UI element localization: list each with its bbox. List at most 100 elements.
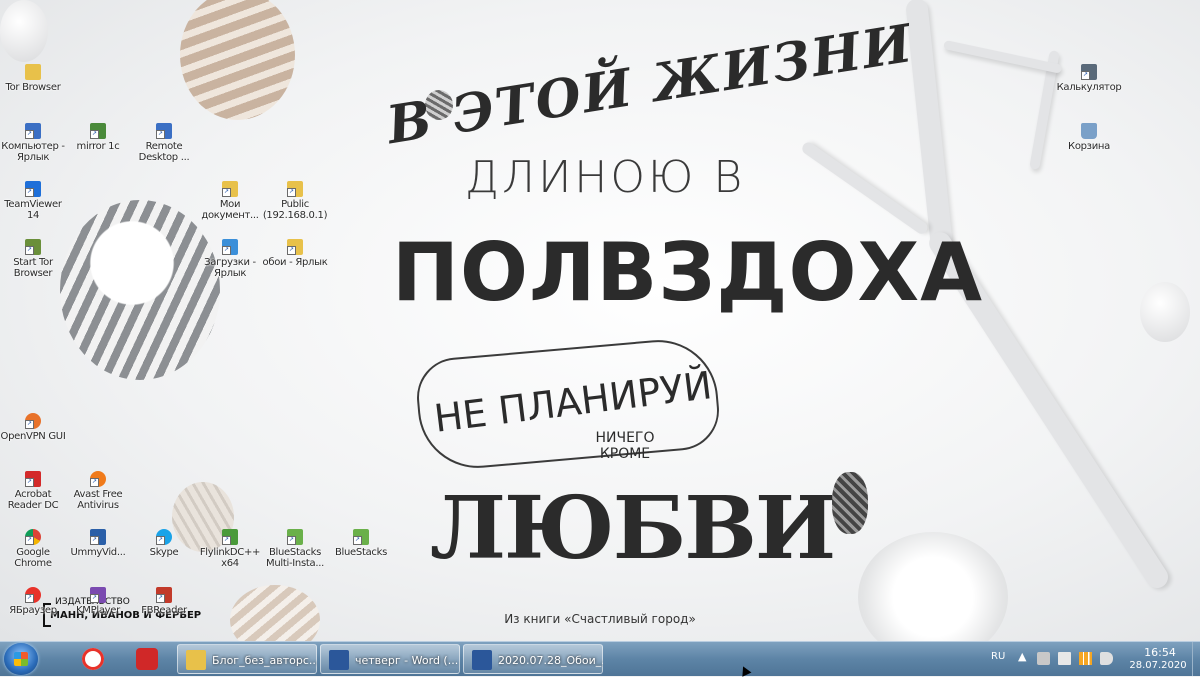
desktop-icon-label: mirror 1c [76,141,120,152]
desktop-icon-label: Skype [149,547,179,558]
downloads-icon: ↗ [222,239,238,255]
desktop-icon-label: FlylinkDC++ x64 [199,547,261,569]
desktop-icon-computer[interactable]: ↗ Компьютер - Ярлык [0,123,66,163]
snowy-pine-cone-decoration [858,532,1008,641]
avast-icon: ↗ [90,471,106,487]
desktop-icon-chrome[interactable]: ↗ Google Chrome [0,529,66,569]
chrome-icon: ↗ [25,529,41,545]
taskbar-pinned-yandex[interactable] [70,644,116,674]
kmplayer-icon: ↗ [90,587,106,603]
taskbar-task-explorer[interactable]: Блог_без_авторс... [177,644,317,674]
desktop-icon-label: Загрузки - Ярлык [204,257,256,279]
wallpaper-caption: Из книги «Счастливый город» [504,612,696,626]
volume-icon[interactable] [1100,652,1113,665]
desktop-icon-label: Мои документ... [201,199,259,221]
desktop-icon-label: Tor Browser [5,82,61,93]
desktop-icon-label: Компьютер - Ярлык [1,141,65,163]
wallpaper-lettering-line6: ЛЮБВИ [430,478,836,579]
desktop-icon-label: Avast Free Antivirus [73,489,123,511]
tray-security-icon[interactable] [1037,652,1050,665]
desktop-icon-calculator[interactable]: ↗ Калькулятор [1054,64,1124,93]
desktop-icon-label: Public (192.168.0.1) [262,199,328,221]
desktop-icon-bluestacks-multi[interactable]: ↗ BlueStacks Multi-Insta... [262,529,328,569]
desktop-icon-my-documents[interactable]: ↗ Мои документ... [197,181,263,221]
desktop-icon-bluestacks[interactable]: ↗ BlueStacks [328,529,394,558]
taskbar: Блог_без_авторс... четверг - Word (... 2… [0,641,1200,676]
desktop-icon-teamviewer[interactable]: ↗ TeamViewer 14 [0,181,66,221]
fbreader-icon: ↗ [156,587,172,603]
desktop-icon-remote-desktop[interactable]: ↗ Remote Desktop ... [131,123,197,163]
desktop-icon-recycle-bin[interactable]: Корзина [1054,123,1124,152]
ummy-icon: ↗ [90,529,106,545]
desktop-icon-label: Калькулятор [1056,82,1122,93]
snowy-pine-cone-decoration [60,200,220,380]
yandex-browser-icon: ↗ [25,587,41,603]
desktop-icon-tor-browser[interactable]: Tor Browser [0,64,66,93]
clock-date[interactable]: 28.07.2020 [1126,660,1190,671]
show-hidden-icons-chevron-icon[interactable]: ▲ [1018,650,1026,663]
desktop-icon-label: BlueStacks Multi-Insta... [266,547,324,569]
bluestacks-icon: ↗ [353,529,369,545]
desktop-icon-label: Google Chrome [14,547,52,569]
desktop-icon-wallpapers[interactable]: ↗ обои - Ярлык [262,239,328,268]
taskbar-task-word-2[interactable]: 2020.07.28_Обои_... [463,644,603,674]
clock-time[interactable]: 16:54 [1130,646,1190,659]
desktop-icon-openvpn[interactable]: ↗ OpenVPN GUI [0,413,66,442]
network-signal-icon[interactable] [1079,652,1092,665]
desktop-icon-kmplayer[interactable]: ↗ KMPlayer [65,587,131,616]
desktop-icon-fbreader[interactable]: ↗ FBReader [131,587,197,616]
show-desktop-button[interactable] [1192,642,1200,676]
desktop-icon-acrobat[interactable]: ↗ Acrobat Reader DC [0,471,66,511]
recycle-bin-icon [1081,123,1097,139]
documents-icon: ↗ [222,181,238,197]
desktop-icon-mirror-1c[interactable]: ↗ mirror 1c [65,123,131,152]
desktop-icon-flylinkdc[interactable]: ↗ FlylinkDC++ x64 [197,529,263,569]
wallpaper-lettering-line1: В ЭТОЙ ЖИЗНИ [382,12,918,157]
folder-icon [186,650,206,670]
desktop-icon-avast[interactable]: ↗ Avast Free Antivirus [65,471,131,511]
branch-decoration [943,40,1063,74]
taskbar-task-word-1[interactable]: четверг - Word (... [320,644,460,674]
openvpn-icon: ↗ [25,413,41,429]
desktop-icon-ummyvideo[interactable]: ↗ UmmyVid... [65,529,131,558]
download-arrow-icon [136,648,158,670]
desktop-icon-yandex-browser[interactable]: ↗ ЯБраузер [0,587,66,616]
desktop-icon-downloads[interactable]: ↗ Загрузки - Ярлык [197,239,263,279]
tor-icon: ↗ [25,239,41,255]
action-center-flag-icon[interactable] [1058,652,1071,665]
teamviewer-icon: ↗ [25,181,41,197]
wallpaper-lettering-line2: ДЛИНОЮ В [464,152,746,203]
small-pine-cone-decoration [832,472,868,534]
folder-icon [25,64,41,80]
desktop-icon-label: OpenVPN GUI [0,431,66,442]
computer-icon: ↗ [25,123,41,139]
language-indicator[interactable]: RU [991,651,1005,662]
network-folder-icon: ↗ [287,181,303,197]
remote-desktop-icon: ↗ [156,123,172,139]
shortcut-icon: ↗ [90,123,106,139]
desktop-icon-label: BlueStacks [334,547,388,558]
taskbar-pinned-downloader[interactable] [124,644,170,674]
desktop-icon-label: FBReader [141,605,187,616]
desktop-icon-start-tor[interactable]: ↗ Start Tor Browser [0,239,66,279]
acrobat-icon: ↗ [25,471,41,487]
desktop-icon-label: TeamViewer 14 [4,199,62,221]
start-button[interactable] [4,643,38,675]
desktop-icon-public[interactable]: ↗ Public (192.168.0.1) [262,181,328,221]
mushroom-decoration [1140,282,1190,342]
yandex-icon [82,648,104,670]
desktop-icon-skype[interactable]: ↗ Skype [131,529,197,558]
calculator-icon: ↗ [1081,64,1097,80]
wallpaper-lettering-line5: НИЧЕГО КРОМЕ [595,430,655,462]
folder-icon: ↗ [287,239,303,255]
desktop-icon-label: Remote Desktop ... [138,141,190,163]
flylink-icon: ↗ [222,529,238,545]
desktop-icon-label: ЯБраузер [9,605,57,616]
word-icon [329,650,349,670]
taskbar-task-label: Блог_без_авторс... [212,654,317,667]
branch-decoration [800,140,930,237]
skype-icon: ↗ [156,529,172,545]
desktop[interactable]: В ЭТОЙ ЖИЗНИ ДЛИНОЮ В ПОЛВЗДОХА НЕ ПЛАНИ… [0,0,1200,641]
desktop-icon-label: Корзина [1068,141,1110,152]
desktop-icon-label: Acrobat Reader DC [7,489,59,511]
